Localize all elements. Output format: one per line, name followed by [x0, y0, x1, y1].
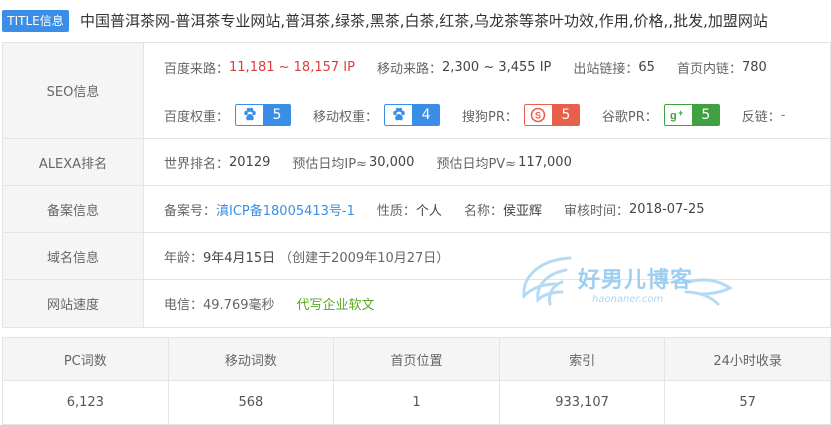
svg-text:g: g: [670, 110, 677, 122]
domain-created: （创建于2009年10月27日）: [279, 251, 450, 266]
icp-number[interactable]: 备案号： 滇ICP备18005413号-1: [164, 200, 355, 219]
stats-table: PC词数 移动词数 首页位置 索引 24小时收录 6,123 568 1 933…: [2, 337, 831, 425]
paw-icon: [384, 104, 413, 126]
stats-header-24h-indexed: 24小时收录: [713, 353, 782, 369]
mobile-weight[interactable]: 移动权重： 4: [313, 104, 441, 126]
paw-icon: [235, 104, 264, 126]
baidu-weight-badge[interactable]: 5: [235, 104, 292, 126]
speed-label: 网站速度: [3, 280, 144, 327]
title-badge: TITLE信息: [2, 10, 69, 32]
stats-value-homepage-position: 1: [334, 381, 500, 424]
icp-audit-value: 2018-07-25: [628, 202, 705, 217]
icp-nature-value: 个人: [415, 204, 442, 219]
domain-label: 域名信息: [3, 233, 144, 279]
mobile-traffic-value: 2,300 ~ 3,455 IP: [441, 59, 552, 75]
seo-row: SEO信息 百度来路： 11,181 ~ 18,157 IP 移动来路： 2,3…: [3, 43, 830, 139]
sogou-icon: S: [523, 104, 552, 126]
page-title: 中国普洱茶网-普洱茶专业网站,普洱茶,绿茶,黑茶,白茶,红茶,乌龙茶等茶叶功效,…: [80, 12, 768, 30]
stats-header-index: 索引: [500, 338, 666, 380]
daily-ip-value: 30,000: [368, 155, 415, 170]
icp-name: 名称： 侯亚辉: [464, 200, 542, 219]
alexa-label: ALEXA排名: [3, 139, 144, 185]
stats-header-pc-words: PC词数: [3, 338, 169, 380]
seo-label: SEO信息: [3, 43, 144, 138]
sogou-pr-badge[interactable]: S 5: [523, 104, 580, 126]
domain-age-value: 9年4月15日: [203, 251, 276, 266]
stats-value-24h-indexed: 57: [739, 395, 756, 410]
outbound-links: 出站链接： 65: [573, 59, 655, 77]
sogou-pr[interactable]: 搜狗PR： S 5: [462, 104, 580, 126]
icp-name-value: 侯亚辉: [502, 204, 542, 219]
world-rank-value: 20129: [229, 155, 271, 170]
world-rank: 世界排名： 20129: [164, 155, 271, 172]
watermark-sub: haonaner.com: [592, 294, 664, 305]
homepage-links: 首页内链： 780: [676, 59, 767, 77]
stats-header-homepage-position: 首页位置: [334, 338, 500, 380]
mobile-weight-badge[interactable]: 4: [384, 104, 441, 126]
homepage-links-value: 780: [741, 59, 767, 75]
daily-ip: 预估日均IP≈ 30,000: [292, 155, 415, 172]
daily-pv-value: 117,000: [518, 155, 572, 170]
telecom-speed: 电信：49.769毫秒: [164, 298, 275, 313]
svg-text:S: S: [535, 111, 541, 121]
icp-row: 备案信息 备案号： 滇ICP备18005413号-1 性质： 个人 名称： 侯亚…: [3, 186, 830, 233]
baidu-weight-value: 5: [263, 104, 292, 126]
google-pr-value: 5: [691, 104, 720, 126]
stats-value-row: 6,123 568 1 933,107 57: [3, 381, 830, 424]
icp-content: 备案号： 滇ICP备18005413号-1 性质： 个人 名称： 侯亚辉 审核时…: [144, 186, 830, 233]
mobile-weight-value: 4: [412, 104, 441, 126]
outbound-links-value: 65: [638, 59, 655, 75]
stats-value-mobile-words: 568: [169, 381, 335, 424]
watermark-text: 好男儿博客: [578, 268, 694, 293]
title-row: TITLE信息 中国普洱茶网-普洱茶专业网站,普洱茶,绿茶,黑茶,白茶,红茶,乌…: [0, 0, 831, 42]
icp-audit-time: 审核时间： 2018-07-25: [563, 202, 705, 219]
mobile-traffic: 移动来路： 2,300 ~ 3,455 IP: [376, 59, 552, 77]
icp-nature: 性质： 个人: [377, 200, 442, 219]
stats-header-row: PC词数 移动词数 首页位置 索引 24小时收录: [3, 338, 830, 381]
baidu-traffic-value: 11,181 ~ 18,157 IP: [229, 59, 355, 75]
google-pr-badge[interactable]: g + 5: [663, 104, 720, 126]
stats-header-mobile-words: 移动词数: [169, 338, 335, 380]
sogou-pr-value: 5: [551, 104, 580, 126]
backlinks-value[interactable]: -: [781, 108, 786, 123]
baidu-weight[interactable]: 百度权重： 5: [164, 104, 292, 126]
backlinks[interactable]: 反链： -: [742, 106, 786, 125]
baidu-traffic: 百度来路： 11,181 ~ 18,157 IP: [164, 59, 355, 77]
icp-number-link[interactable]: 滇ICP备18005413号-1: [216, 200, 355, 219]
svg-text:+: +: [678, 108, 683, 118]
google-pr[interactable]: 谷歌PR： g + 5: [602, 104, 720, 126]
ad-link[interactable]: 代写企业软文: [297, 294, 375, 313]
watermark-logo: 好男儿博客 haonaner.com: [518, 248, 736, 328]
alexa-row: ALEXA排名 世界排名： 20129 预估日均IP≈ 30,000 预估日均P…: [3, 139, 830, 186]
icp-label: 备案信息: [3, 186, 144, 232]
stats-value-pc-words: 6,123: [3, 381, 169, 424]
daily-pv: 预估日均PV≈ 117,000: [436, 155, 572, 172]
seo-content: 百度来路： 11,181 ~ 18,157 IP 移动来路： 2,300 ~ 3…: [144, 43, 830, 138]
domain-age: 年龄： 9年4月15日: [164, 247, 275, 266]
alexa-content: 世界排名： 20129 预估日均IP≈ 30,000 预估日均PV≈ 117,0…: [144, 139, 830, 186]
stats-value-index: 933,107: [500, 381, 666, 424]
google-plus-icon: g +: [663, 104, 692, 126]
